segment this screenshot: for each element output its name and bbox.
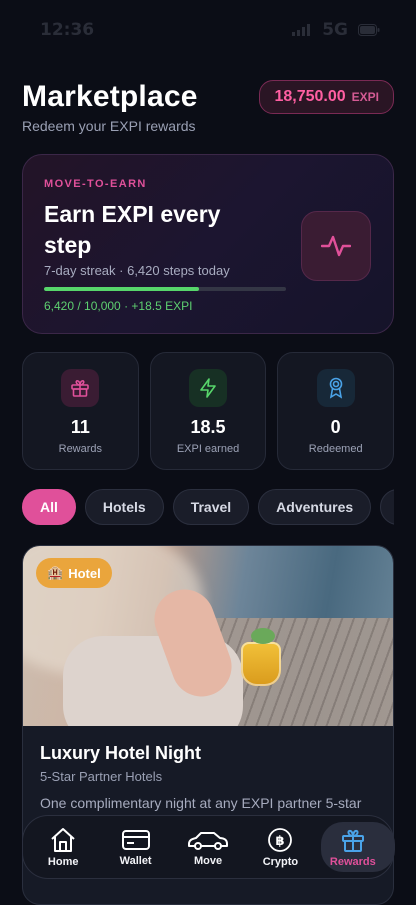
stat-redeemed[interactable]: 0 Redeemed (277, 352, 395, 470)
stat-label: Rewards (58, 443, 103, 455)
bottom-nav: Home Wallet Move ฿ Crypto Rewards (22, 815, 396, 879)
m2e-headline: Earn EXPI every step (44, 201, 221, 258)
home-icon (51, 827, 75, 852)
filter-chip-travel[interactable]: Travel (172, 489, 250, 525)
stat-value: 11 (70, 417, 90, 437)
stat-label: EXPI earned (176, 443, 240, 455)
nav-label: Move (193, 854, 223, 867)
hotel-emoji-icon: 🏨 (47, 565, 64, 580)
reward-partner: 5-Star Partner Hotels (40, 769, 163, 784)
svg-text:฿: ฿ (276, 834, 285, 849)
filter-chip-all[interactable]: All (22, 489, 76, 525)
nav-home[interactable]: Home (27, 816, 99, 878)
m2e-eyebrow: MOVE-TO-EARN (44, 178, 147, 190)
battery-icon (358, 24, 380, 36)
filter-chips: All Hotels Travel Adventures (22, 489, 394, 525)
nav-crypto[interactable]: ฿ Crypto (244, 816, 316, 878)
steps-progress-bar (44, 287, 286, 291)
carrier-label: 5G (322, 20, 348, 40)
page-subtitle: Redeem your EXPI rewards (22, 118, 196, 134)
page-title: Marketplace (22, 80, 198, 113)
nav-move[interactable]: Move (172, 816, 244, 878)
balance-amount: 18,750.00 (274, 88, 346, 105)
stat-value: 18.5 (190, 417, 226, 437)
nav-label: Home (47, 855, 79, 868)
filter-chip-more[interactable] (380, 489, 394, 525)
nav-wallet[interactable]: Wallet (99, 816, 171, 878)
category-badge-label: Hotel (68, 565, 101, 581)
reward-description: One complimentary night at any EXPI part… (40, 795, 362, 811)
status-time: 12:36 (40, 20, 95, 40)
stat-value: 0 (330, 417, 341, 437)
gift-icon (61, 369, 100, 407)
stat-label: Redeemed (308, 443, 363, 455)
stat-expi-earned[interactable]: 18.5 EXPI earned (149, 352, 267, 470)
balance-pill[interactable]: 18,750.00 EXPI (259, 80, 394, 114)
filter-chip-adventures[interactable]: Adventures (258, 489, 372, 525)
balance-unit: EXPI (351, 90, 379, 104)
signal-icon (292, 24, 311, 36)
steps-progress-label: 6,420 / 10,000 · +18.5 EXPI (44, 299, 193, 313)
status-bar: 12:36 5G (0, 0, 416, 60)
m2e-streak: 7-day streak · 6,420 steps today (44, 263, 230, 278)
gift-icon (341, 829, 364, 852)
wallet-icon (121, 829, 150, 850)
nav-label: Rewards (329, 855, 376, 868)
reward-name: Luxury Hotel Night (40, 743, 201, 763)
category-badge: 🏨 Hotel (36, 558, 112, 588)
system-icons: 5G (292, 20, 380, 40)
nav-label: Crypto (262, 855, 299, 868)
nav-label: Wallet (119, 854, 152, 867)
stats-row: 11 Rewards 18.5 EXPI earned 0 Redeemed (22, 352, 395, 470)
nav-rewards[interactable]: Rewards (317, 816, 396, 878)
car-icon (188, 831, 229, 850)
page-header: Marketplace Redeem your EXPI rewards 18,… (22, 80, 394, 140)
filter-chip-hotels[interactable]: Hotels (84, 489, 164, 525)
bitcoin-icon: ฿ (268, 827, 293, 852)
bolt-icon (189, 369, 227, 407)
move-to-earn-card[interactable]: MOVE-TO-EARN Earn EXPI every step 7-day … (22, 154, 394, 334)
award-icon (316, 369, 355, 407)
stat-rewards[interactable]: 11 Rewards (22, 352, 139, 470)
steps-progress-fill (44, 287, 200, 291)
activity-pulse-icon (301, 211, 371, 281)
